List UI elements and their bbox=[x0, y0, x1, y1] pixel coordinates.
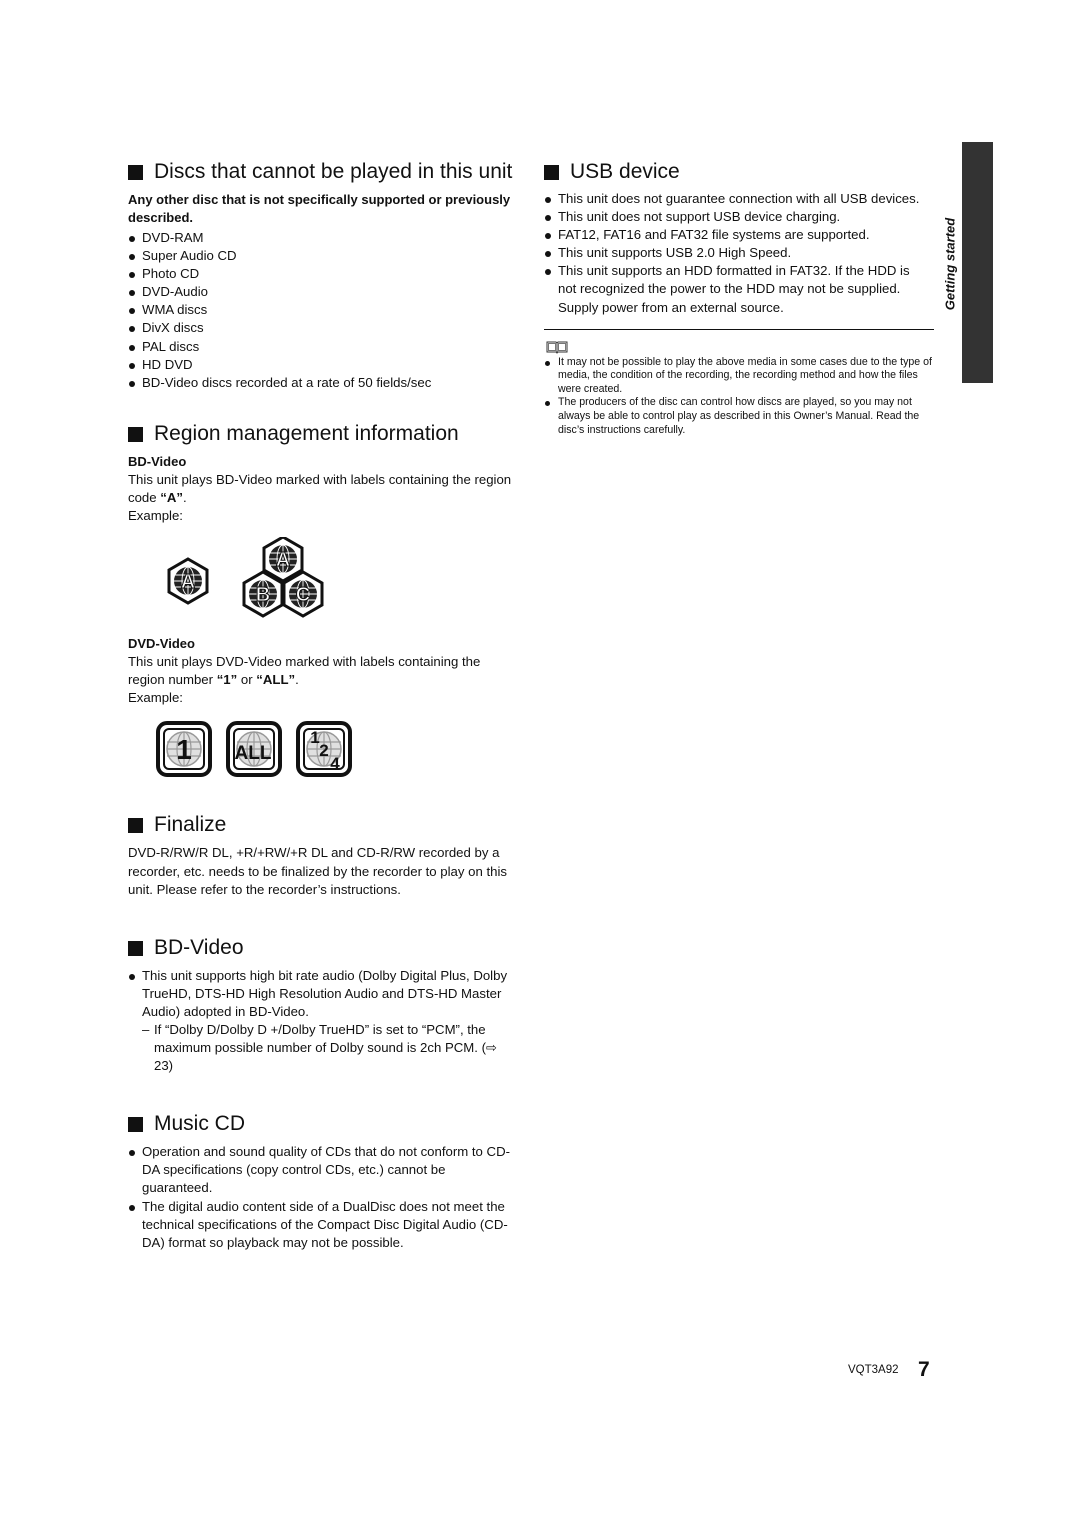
page-number: 7 bbox=[918, 1358, 930, 1381]
list-item: The producers of the disc can control ho… bbox=[544, 396, 934, 437]
bullet-icon bbox=[129, 380, 135, 387]
dvd-video-region-text: This unit plays DVD-Video marked with la… bbox=[128, 654, 481, 688]
section-intro: Any other disc that is not specifically … bbox=[128, 192, 511, 225]
finalize-text: DVD-R/RW/R DL, +R/+RW/+R DL and CD-R/RW … bbox=[128, 845, 507, 897]
sub-item: – If “Dolby D/Dolby D +/Dolby TrueHD” is … bbox=[142, 1021, 498, 1074]
section-usb-device: USB device This unit does not guarantee … bbox=[544, 158, 934, 330]
bullet-icon bbox=[129, 272, 135, 279]
bd-video-list: This unit supports high bit rate audio (… bbox=[128, 967, 518, 1021]
svg-text:4: 4 bbox=[330, 754, 340, 773]
square-bullet-icon bbox=[128, 940, 143, 956]
region-124-logo: 1 2 4 bbox=[296, 721, 352, 778]
dvd-video-subheading: DVD-Video bbox=[128, 636, 195, 652]
bd-region-logo-svg: A A B C bbox=[167, 537, 324, 618]
side-tab-label: Getting started bbox=[942, 217, 958, 311]
list-item: This unit supports an HDD formatted in F… bbox=[544, 262, 930, 316]
region-abc-logo: A B C bbox=[242, 537, 324, 618]
svg-text:1: 1 bbox=[176, 734, 192, 765]
bullet-icon bbox=[129, 973, 135, 980]
svg-text:2: 2 bbox=[319, 741, 328, 760]
section-music-cd: Music CD Operation and sound quality of … bbox=[128, 1110, 518, 1252]
section-discs-cannot-be-played: Discs that cannot be played in this unit… bbox=[128, 158, 518, 392]
svg-text:C: C bbox=[296, 584, 310, 606]
example-label: Example: bbox=[128, 690, 183, 706]
bullet-icon bbox=[129, 362, 135, 369]
square-bullet-icon bbox=[128, 426, 143, 442]
list-item: This unit does not guarantee connection … bbox=[544, 190, 930, 208]
section-finalize: Finalize DVD-R/RW/R DL, +R/+RW/+R DL and… bbox=[128, 811, 518, 898]
square-bullet-icon bbox=[128, 1117, 143, 1133]
region-1-logo: 1 bbox=[156, 721, 212, 778]
list-item: HD DVD bbox=[128, 356, 518, 374]
list-item: Operation and sound quality of CDs that … bbox=[128, 1143, 518, 1197]
usb-list: This unit does not guarantee connection … bbox=[544, 190, 930, 317]
list-item: PAL discs bbox=[128, 338, 518, 356]
bullet-icon bbox=[545, 360, 550, 366]
book-icon bbox=[546, 341, 568, 354]
region-a-logo: A bbox=[167, 557, 209, 605]
section-heading: BD-Video bbox=[128, 934, 518, 962]
left-column: Discs that cannot be played in this unit… bbox=[128, 158, 518, 1252]
list-item: The digital audio content side of a Dual… bbox=[128, 1198, 518, 1252]
list-item: This unit does not support USB device ch… bbox=[544, 208, 930, 226]
list-item: It may not be possible to play the above… bbox=[544, 356, 934, 397]
list-item: DivX discs bbox=[128, 319, 518, 337]
side-tab bbox=[962, 142, 993, 383]
square-bullet-icon bbox=[128, 818, 143, 834]
list-item: BD-Video discs recorded at a rate of 50 … bbox=[128, 374, 518, 392]
note-list: It may not be possible to play the above… bbox=[544, 356, 934, 438]
unsupported-discs-list: DVD-RAM Super Audio CD Photo CD DVD-Audi… bbox=[128, 229, 518, 392]
bullet-icon bbox=[129, 326, 135, 333]
square-bullet-icon bbox=[128, 165, 143, 180]
list-item: DVD-Audio bbox=[128, 283, 518, 301]
bullet-icon bbox=[129, 1150, 135, 1157]
right-column: USB device This unit does not guarantee … bbox=[544, 158, 934, 437]
section-bd-video: BD-Video This unit supports high bit rat… bbox=[128, 934, 518, 1076]
svg-text:A: A bbox=[276, 549, 290, 571]
note-section: It may not be possible to play the above… bbox=[544, 340, 934, 438]
bullet-icon bbox=[129, 254, 135, 261]
bullet-icon bbox=[545, 401, 550, 407]
list-item: Super Audio CD bbox=[128, 247, 518, 265]
bullet-icon bbox=[129, 236, 135, 242]
list-item: WMA discs bbox=[128, 301, 518, 319]
list-item: Photo CD bbox=[128, 265, 518, 283]
model-code: VQT3A92 bbox=[848, 1364, 899, 1376]
divider bbox=[544, 328, 934, 330]
svg-text:A: A bbox=[181, 571, 195, 593]
bd-video-subheading: BD-Video bbox=[128, 453, 187, 469]
list-item: This unit supports USB 2.0 High Speed. bbox=[544, 244, 930, 262]
dvd-region-logos: 1 ALL 1 2 4 bbox=[128, 721, 518, 781]
bullet-icon bbox=[129, 344, 135, 351]
music-cd-list: Operation and sound quality of CDs that … bbox=[128, 1143, 518, 1252]
bullet-icon bbox=[129, 290, 135, 297]
dvd-region-logo-svg: 1 ALL 1 2 4 bbox=[156, 721, 352, 778]
section-heading: USB device bbox=[544, 158, 934, 186]
section-heading: Region management information bbox=[128, 420, 518, 448]
section-heading: Discs that cannot be played in this unit bbox=[128, 158, 518, 186]
square-bullet-icon bbox=[544, 165, 559, 180]
svg-text:B: B bbox=[256, 584, 270, 606]
bullet-icon bbox=[129, 1204, 135, 1211]
list-item: DVD-RAM bbox=[128, 229, 518, 247]
bullet-icon bbox=[129, 308, 135, 315]
bullet-icon bbox=[545, 251, 551, 258]
bullet-icon bbox=[545, 197, 551, 203]
bullet-icon bbox=[545, 215, 551, 222]
bullet-icon bbox=[545, 269, 551, 276]
list-item: FAT12, FAT16 and FAT32 file systems are … bbox=[544, 226, 930, 244]
section-heading: Finalize bbox=[128, 811, 518, 839]
bd-video-region-text: This unit plays BD-Video marked with lab… bbox=[128, 471, 512, 505]
section-heading: Music CD bbox=[128, 1110, 518, 1138]
svg-text:ALL: ALL bbox=[235, 743, 272, 764]
section-region-management: Region management information BD-Video T… bbox=[128, 420, 518, 782]
bd-region-logos: A A B C bbox=[128, 537, 518, 629]
bullet-icon bbox=[545, 233, 551, 240]
list-item: This unit supports high bit rate audio (… bbox=[128, 967, 518, 1021]
region-all-logo: ALL bbox=[226, 721, 282, 778]
example-label: Example: bbox=[128, 508, 183, 524]
